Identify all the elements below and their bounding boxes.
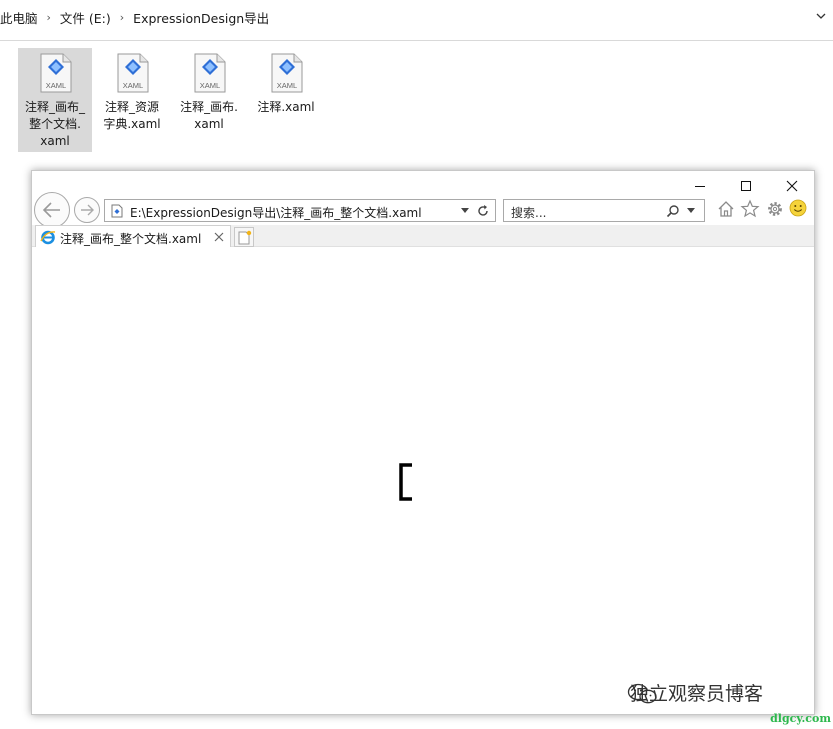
- smiley-feedback-icon[interactable]: [789, 199, 807, 217]
- favorites-star-icon[interactable]: [740, 199, 760, 219]
- tab-title: 注释_画布_整个文档.xaml: [60, 232, 202, 246]
- new-tab-icon: [238, 230, 252, 245]
- chevron-down-icon[interactable]: [815, 10, 827, 22]
- search-placeholder: 搜索...: [511, 206, 547, 220]
- close-icon: [786, 180, 798, 192]
- page-icon: [111, 204, 123, 218]
- home-icon[interactable]: [717, 200, 735, 218]
- svg-text:XAML: XAML: [277, 81, 297, 90]
- watermark-text: 独立观察员博客: [630, 683, 764, 705]
- breadcrumb-folder[interactable]: ExpressionDesign导出: [133, 8, 269, 27]
- file-item[interactable]: XAML 注释_画布. xaml: [172, 48, 246, 152]
- breadcrumb: 此电脑 › 文件 (E:) › ExpressionDesign导出: [0, 8, 269, 27]
- tab-strip: 注释_画布_整个文档.xaml: [32, 225, 814, 247]
- minimize-button[interactable]: [677, 175, 723, 197]
- breadcrumb-this-pc[interactable]: 此电脑: [0, 8, 38, 27]
- xaml-file-icon: XAML: [194, 53, 226, 93]
- breadcrumb-drive-e[interactable]: 文件 (E:): [60, 8, 111, 27]
- maximize-button[interactable]: [723, 175, 769, 197]
- bracket-glyph: [399, 463, 412, 501]
- file-item[interactable]: XAML 注释_画布_ 整个文档. xaml: [18, 48, 92, 152]
- dropdown-arrow-icon[interactable]: [687, 208, 695, 214]
- forward-button[interactable]: [74, 197, 100, 223]
- xaml-file-icon: XAML: [117, 53, 149, 93]
- xaml-file-icon: XAML: [40, 53, 72, 93]
- file-name: 注释.xaml: [257, 100, 315, 114]
- browser-window: E:\ExpressionDesign导出\注释_画布_整个文档.xaml 搜索…: [31, 170, 815, 715]
- tab-xaml-document[interactable]: 注释_画布_整个文档.xaml: [35, 225, 231, 247]
- arrow-left-icon: [42, 202, 60, 218]
- gear-icon[interactable]: [765, 199, 785, 219]
- close-button[interactable]: [769, 175, 815, 197]
- site-watermark: dlgcy.com: [770, 712, 831, 725]
- maximize-icon: [741, 181, 751, 191]
- file-item[interactable]: XAML 注释_资源 字典.xaml: [95, 48, 169, 152]
- refresh-icon[interactable]: [476, 204, 490, 218]
- ie-logo-icon: [40, 230, 56, 245]
- svg-text:XAML: XAML: [200, 81, 220, 90]
- address-text: E:\ExpressionDesign导出\注释_画布_整个文档.xaml: [130, 206, 422, 220]
- file-item[interactable]: XAML 注释.xaml: [249, 48, 323, 152]
- minimize-icon: [695, 186, 705, 187]
- explorer-address-bar[interactable]: 此电脑 › 文件 (E:) › ExpressionDesign导出: [0, 0, 833, 34]
- xaml-file-icon: XAML: [271, 53, 303, 93]
- arrow-right-icon: [81, 204, 94, 216]
- search-input[interactable]: 搜索...: [503, 199, 705, 222]
- chevron-right-icon[interactable]: ›: [120, 11, 124, 24]
- file-name: 注释_资源 字典.xaml: [103, 100, 161, 131]
- file-name: 注释_画布_ 整个文档. xaml: [24, 100, 85, 148]
- page-content: [: [32, 248, 814, 714]
- address-bar[interactable]: E:\ExpressionDesign导出\注释_画布_整个文档.xaml: [104, 199, 496, 222]
- file-name: 注释_画布. xaml: [180, 100, 238, 131]
- new-tab-button[interactable]: [234, 227, 254, 247]
- divider: [0, 40, 833, 41]
- close-tab-icon[interactable]: [214, 232, 224, 242]
- dropdown-arrow-icon[interactable]: [461, 208, 469, 214]
- svg-text:XAML: XAML: [46, 81, 66, 90]
- svg-text:XAML: XAML: [123, 81, 143, 90]
- chevron-right-icon[interactable]: ›: [47, 11, 51, 24]
- search-icon[interactable]: [666, 204, 680, 218]
- back-button[interactable]: [34, 192, 70, 228]
